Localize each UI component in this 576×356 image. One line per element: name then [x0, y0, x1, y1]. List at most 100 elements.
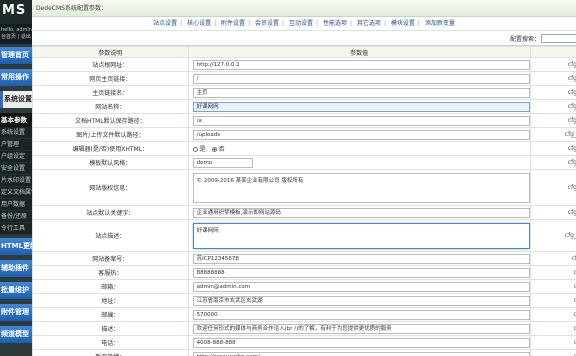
text-field[interactable]: 好课网网 [192, 101, 530, 112]
param-label: 邮箱： [32, 279, 189, 294]
text-field[interactable]: 570000 [192, 309, 530, 320]
text-field[interactable]: 苏ICP12345678 [192, 253, 530, 264]
submenu-item[interactable]: 户管理 [0, 139, 32, 151]
table-row: 网站备案号： 苏ICP12345678 cf [32, 251, 576, 266]
submenu-item[interactable]: 令行工具 [0, 223, 32, 235]
param-var: cfg [529, 141, 576, 156]
menu-common-ops[interactable]: 常用操作 [0, 69, 32, 86]
menu-admin-home[interactable]: 管理首页 [0, 47, 32, 64]
submenu-item[interactable]: 备份/还原 [0, 211, 32, 223]
text-field[interactable]: demo [192, 157, 253, 168]
param-value: /uploads [187, 127, 531, 142]
menu-plugins[interactable]: 辅助插件 [0, 260, 32, 277]
user-links[interactable]: 台首页 | 退出 [1, 34, 32, 41]
param-value: http://www.weibo.com/ [187, 349, 531, 356]
param-label: 网站名称： [32, 99, 189, 114]
text-field[interactable]: /uploads [192, 129, 530, 140]
text-field[interactable]: /a [192, 115, 530, 126]
submenu-item[interactable]: 用户数据 [0, 199, 32, 211]
param-label: 网站备案号： [32, 251, 189, 266]
table-row: 新浪微博：http://www.weibo.com/c [32, 349, 576, 356]
table-row: 网站版权信息： © 2009-2016 某某企业有限公司 版权所有 cfg [32, 169, 576, 206]
tab-other[interactable]: 其它选项 [357, 20, 381, 27]
param-var: cfg_ [529, 219, 576, 252]
param-var: cfg [529, 85, 576, 100]
param-value: http://127.0.0.1 [187, 57, 531, 72]
param-label: 站点描述： [32, 219, 189, 252]
param-label: 图片/上传文件默认路径： [32, 127, 189, 142]
tab-module[interactable]: 模块设置 [391, 20, 415, 27]
param-var: c [529, 279, 576, 294]
table-row: 描述： 欢迎任何形式的媒体与商务合作洽入(br /)的了解，有利于为您提供更优质的… [32, 321, 576, 336]
tab-add-variable[interactable]: 添加新变量 [425, 20, 455, 27]
param-value: © 2009-2016 某某企业有限公司 版权所有 [187, 169, 531, 206]
config-search-input[interactable] [541, 34, 576, 43]
param-value: admin@admin.com [187, 279, 531, 294]
table-row: 邮编： 570000 c [32, 307, 576, 322]
table-row: 电话： 4008-888-888 c [32, 335, 576, 350]
param-var: c [529, 349, 576, 356]
param-label: 站点根网址： [32, 57, 189, 72]
text-field[interactable]: 江苏省南京市玄武区玄武湖 [192, 295, 530, 306]
tab-member[interactable]: 会员设置 [255, 20, 279, 27]
text-field[interactable]: http://www.weibo.com/ [192, 351, 530, 356]
submenu-item[interactable]: 安全设置 [0, 163, 32, 175]
param-value: 好课网网 [187, 219, 531, 252]
text-field[interactable]: / [192, 73, 530, 84]
param-label: 邮编： [32, 307, 189, 322]
table-row: 网站名称： 好课网网 cfg [32, 99, 576, 114]
text-field[interactable]: 企业通用织梦模板,演示即网站源码 [192, 207, 530, 218]
param-label: 文档HTML默认保存路径： [32, 113, 189, 128]
radio-no[interactable] [211, 147, 217, 152]
user-info: hello, admin 台首页 | 退出 [0, 24, 32, 44]
text-field[interactable]: 4008-888-888 [192, 337, 530, 348]
param-value: demo [187, 155, 531, 170]
sidebar: MS hello, admin 台首页 | 退出 管理首页 常用操作 系统设置 … [0, 0, 32, 356]
textarea-field[interactable]: 好课网网 [192, 222, 530, 249]
menu-system-settings[interactable]: 系统设置 [0, 91, 32, 108]
text-field[interactable]: admin@admin.com [192, 281, 530, 292]
radio-label: 是 [199, 146, 206, 153]
param-value: 570000 [187, 307, 531, 322]
param-var: c [529, 265, 576, 280]
param-label: 地址： [32, 293, 189, 308]
param-value: 主页 [187, 85, 531, 100]
table-row: 图片/上传文件默认路径：/uploads cfg_ [32, 127, 576, 142]
tab-core[interactable]: 核心设置 [187, 20, 211, 27]
param-label: 新浪微博： [32, 349, 189, 356]
table-row: 站点描述： 好课网网 cfg_ [32, 219, 576, 252]
submenu-item[interactable]: 定义文档属性 [0, 187, 32, 199]
submenu: 基本参数 系统设置 户管理 户组设定 安全设置 片水印设置 定义文档属性 用户数… [0, 113, 32, 235]
menu-attachments[interactable]: 附件管理 [0, 304, 32, 321]
param-value: / [187, 71, 531, 86]
menu-channel-model[interactable]: 频道模型 [0, 326, 32, 343]
tab-site[interactable]: 站点设置 [153, 20, 177, 27]
param-label: 模板默认风格： [32, 155, 189, 170]
text-field[interactable]: http://127.0.0.1 [192, 59, 530, 70]
submenu-item[interactable]: 户组设定 [0, 151, 32, 163]
tab-interaction[interactable]: 互动设置 [289, 20, 313, 27]
table-row: 编辑器(是/否)使用XHTML：是 否 cfg [32, 141, 576, 156]
textarea-field[interactable]: © 2009-2016 某某企业有限公司 版权所有 [192, 172, 530, 203]
param-label: 站点默认关键字： [32, 205, 189, 220]
user-greeting: hello, admin [1, 27, 32, 33]
menu-batch[interactable]: 批量维护 [0, 282, 32, 299]
table-row: 模板默认风格： demo cfg [32, 155, 576, 170]
text-field[interactable]: 主页 [192, 87, 530, 98]
logo: MS [0, 0, 32, 24]
text-field[interactable]: 88888888 [192, 267, 530, 278]
param-var: cfg [529, 205, 576, 220]
header-value: 参数值 [187, 46, 531, 58]
tab-performance[interactable]: 性能选项 [323, 20, 347, 27]
submenu-item[interactable]: 片水印设置 [0, 175, 32, 187]
submenu-item[interactable]: 系统设置 [0, 127, 32, 139]
tab-attachment[interactable]: 附件设置 [221, 20, 245, 27]
table-row: 文档HTML默认保存路径：/a cfg [32, 113, 576, 128]
text-field[interactable]: 欢迎任何形式的媒体与商务合作洽入(br /)的了解，有利于为您提供更优质的服务 [192, 323, 530, 334]
param-var: cf [529, 251, 576, 266]
menu-html-update[interactable]: HTML更新 [0, 238, 32, 255]
radio-yes[interactable] [192, 147, 198, 152]
param-value: 苏ICP12345678 [187, 251, 531, 266]
param-value: 欢迎任何形式的媒体与商务合作洽入(br /)的了解，有利于为您提供更优质的服务 [187, 321, 531, 336]
submenu-head[interactable]: 基本参数 [0, 113, 32, 127]
